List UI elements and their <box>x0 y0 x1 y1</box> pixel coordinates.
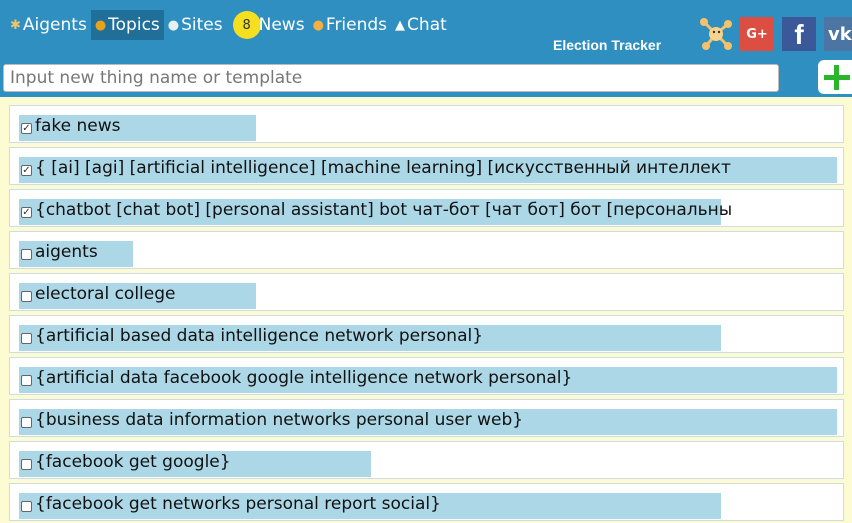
topic-label: aigents <box>35 242 98 262</box>
news-count-badge: 8 <box>232 11 261 39</box>
aigents-logo-icon[interactable] <box>698 16 734 52</box>
nav-topics[interactable]: ● Topics <box>90 10 164 40</box>
topic-label: {artificial based data intelligence netw… <box>35 326 484 346</box>
plus-icon-stem <box>834 65 839 90</box>
topic-row[interactable]: aigents <box>9 231 844 269</box>
nav-friends-label: Friends <box>325 15 388 35</box>
aigents-icon: ✱ <box>10 17 21 33</box>
nav-friends[interactable]: ● Friends <box>309 10 391 40</box>
chat-icon: ▲ <box>395 17 406 33</box>
nav-news-label: News <box>258 15 305 35</box>
topic-row[interactable]: electoral college <box>9 273 844 311</box>
topic-row[interactable]: ✓ {chatbot [chat bot] [personal assistan… <box>9 189 844 227</box>
nav-chat[interactable]: ▲ Chat <box>391 10 451 40</box>
topics-icon: ● <box>94 17 107 33</box>
topic-checkbox[interactable] <box>21 333 32 344</box>
friends-icon: ● <box>312 17 324 33</box>
topic-label: {facebook get networks personal report s… <box>35 494 441 514</box>
header-bar: ✱ Aigents ● Topics ● Sites 8 News ● Frie… <box>0 0 852 97</box>
topic-row[interactable]: {artificial based data intelligence netw… <box>9 315 844 353</box>
topic-row[interactable]: ✓ fake news <box>9 105 844 143</box>
new-thing-input[interactable] <box>3 64 779 92</box>
facebook-icon[interactable]: f <box>782 17 816 51</box>
topic-checkbox[interactable] <box>21 249 32 260</box>
election-tracker-label[interactable]: Election Tracker <box>553 37 661 53</box>
topic-checkbox[interactable] <box>21 417 32 428</box>
nav-sites[interactable]: ● Sites <box>164 10 227 40</box>
topics-list: ✓ fake news ✓ { [ai] [agi] [artificial i… <box>0 97 852 523</box>
google-plus-icon[interactable]: G+ <box>740 17 774 51</box>
topic-label: electoral college <box>35 284 176 304</box>
topic-row[interactable]: {artificial data facebook google intelli… <box>9 357 844 395</box>
topic-label: {artificial data facebook google intelli… <box>35 368 573 388</box>
topic-checkbox[interactable]: ✓ <box>21 165 32 176</box>
topic-label: {business data information networks pers… <box>35 410 524 430</box>
nav-sites-label: Sites <box>181 15 223 35</box>
nav-aigents[interactable]: ✱ Aigents <box>6 10 91 40</box>
topic-row[interactable]: {business data information networks pers… <box>9 399 844 437</box>
topic-checkbox[interactable]: ✓ <box>21 123 32 134</box>
topic-label: { [ai] [agi] [artificial intelligence] [… <box>35 158 731 178</box>
topic-row[interactable]: ✓ { [ai] [agi] [artificial intelligence]… <box>9 147 844 185</box>
topic-checkbox[interactable]: ✓ <box>21 207 32 218</box>
vk-icon[interactable]: vk <box>824 17 852 51</box>
topic-label: {chatbot [chat bot] [personal assistant]… <box>35 200 733 220</box>
topic-checkbox[interactable] <box>21 291 32 302</box>
topic-checkbox[interactable] <box>21 375 32 386</box>
nav-chat-label: Chat <box>407 15 447 35</box>
nav-news[interactable]: 8 News <box>227 10 309 40</box>
nav-menu: ✱ Aigents ● Topics ● Sites 8 News ● Frie… <box>6 10 451 40</box>
topic-label: {facebook get google} <box>35 452 231 472</box>
nav-topics-label: Topics <box>108 15 160 35</box>
topic-row[interactable]: {facebook get google} <box>9 441 844 479</box>
add-button[interactable] <box>818 60 852 94</box>
nav-aigents-label: Aigents <box>22 15 87 35</box>
topic-row[interactable]: {facebook get networks personal report s… <box>9 483 844 521</box>
topic-checkbox[interactable] <box>21 501 32 512</box>
sites-icon: ● <box>167 17 180 33</box>
topic-checkbox[interactable] <box>21 459 32 470</box>
topic-label: fake news <box>35 116 121 136</box>
